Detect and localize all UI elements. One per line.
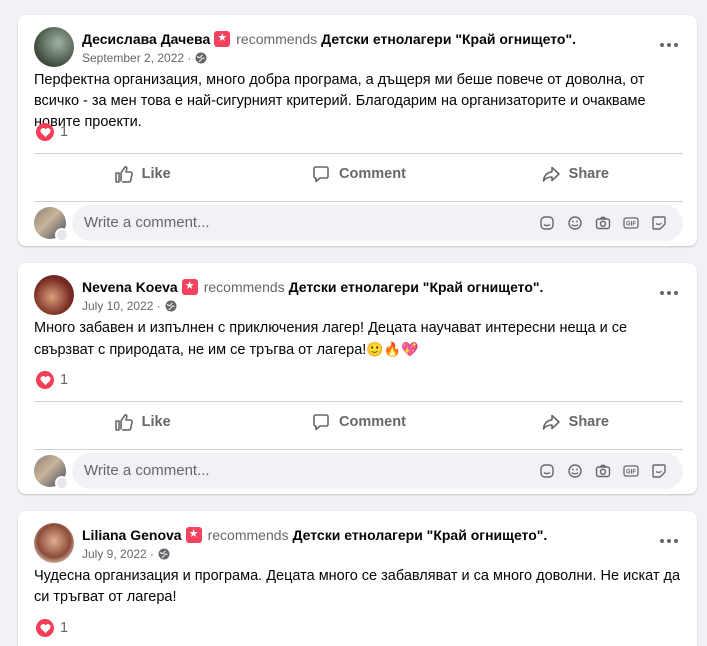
sticker-icon[interactable] (645, 461, 673, 481)
reaction-count: 1 (60, 620, 69, 636)
recommends-label: recommends (236, 31, 318, 47)
recommend-badge-icon (185, 526, 202, 543)
reaction-count: 1 (60, 372, 69, 388)
recommends-label: recommends (203, 279, 285, 295)
author-avatar[interactable] (34, 275, 74, 315)
gif-icon[interactable]: GIF (617, 461, 645, 481)
comment-label: Comment (339, 165, 406, 182)
reaction-summary[interactable]: 1 (36, 619, 68, 637)
post-header: Nevena Koeva recommends Детски етнолагер… (34, 275, 543, 315)
like-button[interactable]: Like (34, 154, 250, 193)
post-text-emoji: 🙂🔥💖 (366, 341, 419, 357)
love-reaction-icon (36, 123, 54, 141)
share-label: Share (568, 413, 609, 430)
share-button[interactable]: Share (467, 402, 683, 441)
love-reaction-icon (36, 619, 54, 637)
comment-placeholder: Write a comment... (84, 214, 210, 231)
chevron-down-icon[interactable] (55, 475, 69, 490)
page-name-link[interactable]: Детски етнолагери "Край огнището". (321, 30, 576, 48)
comment-button[interactable]: Comment (250, 402, 466, 441)
comment-icon (313, 413, 329, 430)
globe-icon (195, 52, 207, 64)
like-icon (114, 165, 133, 183)
share-icon (542, 414, 560, 430)
current-user-avatar[interactable] (34, 206, 69, 242)
camera-icon[interactable] (589, 461, 617, 481)
avatar-sticker-icon[interactable] (533, 461, 561, 481)
sticker-icon[interactable] (645, 213, 673, 233)
post-text: Много забавен и изпълнен с приключения л… (34, 318, 683, 361)
emoji-icon[interactable] (561, 461, 589, 481)
post-text: Чудесна организация и програма. Децата м… (34, 568, 681, 605)
page-name-link[interactable]: Детски етнолагери "Край огнището". (289, 278, 544, 296)
comment-composer: Write a comment... GIF (34, 449, 683, 490)
like-label: Like (141, 413, 171, 430)
gif-icon[interactable]: GIF (617, 213, 645, 233)
like-label: Like (141, 165, 171, 182)
review-post: Liliana Genova recommends Детски етнолаг… (18, 511, 697, 646)
more-options-icon[interactable] (657, 33, 681, 57)
post-date[interactable]: July 10, 2022 · (82, 298, 161, 314)
author-name[interactable]: Десислава Дачева (82, 30, 210, 48)
more-options-icon[interactable] (657, 281, 681, 305)
author-avatar[interactable] (34, 523, 74, 563)
post-header: Liliana Genova recommends Детски етнолаг… (34, 523, 547, 563)
post-text: Перфектна организация, много добра прогр… (34, 72, 646, 130)
post-actions: Like Comment Share (34, 153, 683, 193)
globe-icon (165, 300, 177, 312)
like-button[interactable]: Like (34, 402, 250, 441)
svg-text:GIF: GIF (626, 469, 636, 475)
camera-icon[interactable] (589, 213, 617, 233)
globe-icon (158, 548, 170, 560)
comment-icon (313, 165, 329, 182)
avatar-sticker-icon[interactable] (533, 213, 561, 233)
author-name[interactable]: Nevena Koeva (82, 278, 178, 296)
recommend-badge-icon (181, 278, 198, 295)
review-post: Десислава Дачева recommends Детски етнол… (18, 15, 697, 246)
post-header: Десислава Дачева recommends Детски етнол… (34, 27, 576, 67)
page-name-link[interactable]: Детски етнолагери "Край огнището". (293, 526, 548, 544)
recommend-badge-icon (214, 30, 231, 47)
comment-placeholder: Write a comment... (84, 462, 210, 479)
comment-composer: Write a comment... GIF (34, 201, 683, 242)
author-avatar[interactable] (34, 27, 74, 67)
post-date[interactable]: September 2, 2022 · (82, 50, 191, 66)
like-icon (114, 413, 133, 431)
comment-input[interactable]: Write a comment... GIF (72, 452, 683, 489)
review-post: Nevena Koeva recommends Детски етнолагер… (18, 263, 697, 494)
share-label: Share (568, 165, 609, 182)
comment-input[interactable]: Write a comment... GIF (72, 204, 683, 241)
chevron-down-icon[interactable] (55, 227, 69, 242)
post-date[interactable]: July 9, 2022 · (82, 546, 154, 562)
share-icon (542, 166, 560, 182)
author-name[interactable]: Liliana Genova (82, 526, 182, 544)
svg-text:GIF: GIF (626, 221, 636, 227)
reaction-count: 1 (60, 124, 69, 140)
share-button[interactable]: Share (467, 154, 683, 193)
comment-button[interactable]: Comment (250, 154, 466, 193)
love-reaction-icon (36, 371, 54, 389)
reaction-summary[interactable]: 1 (36, 123, 68, 141)
more-options-icon[interactable] (657, 529, 681, 553)
current-user-avatar[interactable] (34, 454, 69, 490)
post-text-body: Много забавен и изпълнен с приключения л… (34, 320, 628, 358)
post-actions: Like Comment Share (34, 401, 683, 441)
emoji-icon[interactable] (561, 213, 589, 233)
reaction-summary[interactable]: 1 (36, 371, 68, 389)
recommends-label: recommends (207, 527, 289, 543)
comment-label: Comment (339, 413, 406, 430)
